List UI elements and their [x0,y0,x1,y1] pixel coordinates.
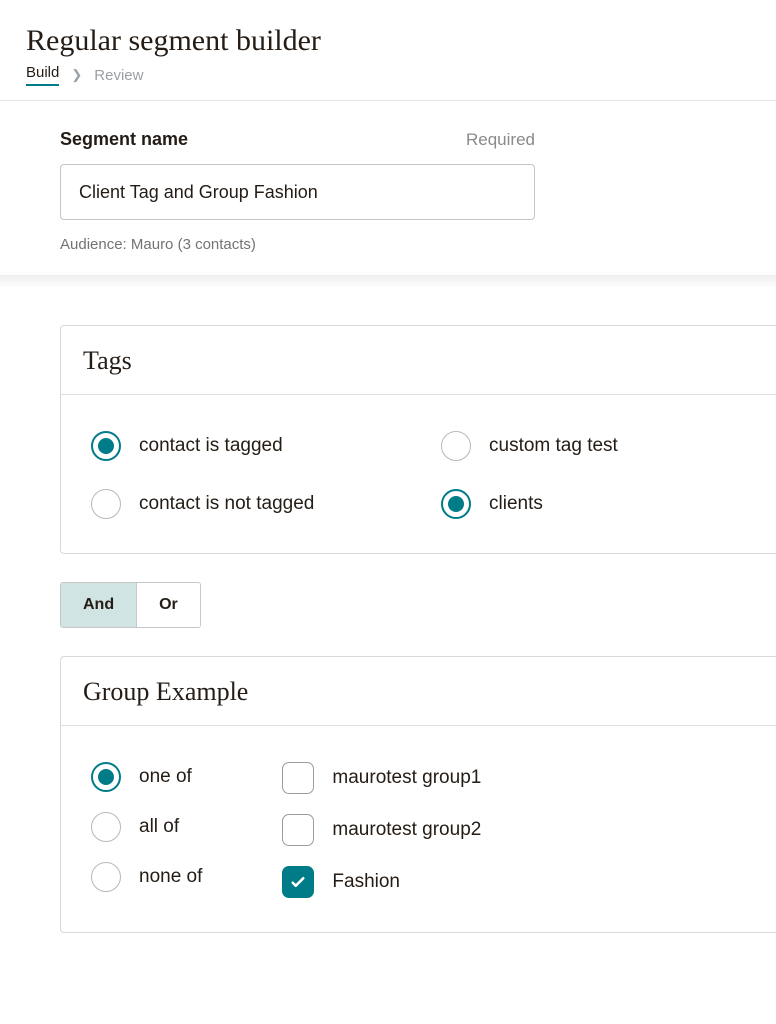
radio-icon [91,762,121,792]
checkbox-label: Fashion [332,871,400,893]
audience-line: Audience: Mauro (3 contacts) [60,236,716,253]
radio-label: contact is not tagged [139,493,314,515]
group-panel-title: Group Example [83,677,248,706]
checkbox-icon [282,866,314,898]
page-title: Regular segment builder [26,24,750,58]
required-label: Required [466,130,535,150]
checkbox-maurotest-group2[interactable]: maurotest group2 [282,814,481,846]
radio-icon [91,431,121,461]
segment-name-input[interactable] [60,164,535,220]
breadcrumb: Build ❯ Review [26,64,750,86]
radio-icon [91,812,121,842]
breadcrumb-review[interactable]: Review [94,67,143,84]
checkbox-icon [282,814,314,846]
radio-icon [441,489,471,519]
segment-name-label: Segment name [60,129,188,150]
check-icon [289,873,307,891]
logic-toggle: And Or [60,582,201,628]
logic-and-button[interactable]: And [61,583,136,627]
tags-panel-title: Tags [83,346,132,375]
checkbox-fashion[interactable]: Fashion [282,866,481,898]
checkbox-icon [282,762,314,794]
radio-one-of[interactable]: one of [91,762,202,792]
logic-or-button[interactable]: Or [136,583,200,627]
radio-clients[interactable]: clients [441,489,741,519]
chevron-right-icon: ❯ [71,67,82,83]
radio-label: clients [489,493,543,515]
radio-icon [441,431,471,461]
radio-label: none of [139,866,202,888]
checkbox-label: maurotest group2 [332,819,481,841]
group-panel: Group Example one of all of none of [60,656,776,933]
breadcrumb-build[interactable]: Build [26,64,59,86]
radio-none-of[interactable]: none of [91,862,202,892]
shadow-divider [0,275,776,289]
radio-all-of[interactable]: all of [91,812,202,842]
radio-label: one of [139,766,192,788]
radio-contact-is-tagged[interactable]: contact is tagged [91,431,441,461]
radio-custom-tag-test[interactable]: custom tag test [441,431,741,461]
checkbox-maurotest-group1[interactable]: maurotest group1 [282,762,481,794]
radio-icon [91,862,121,892]
tags-panel: Tags contact is tagged custom tag test c… [60,325,776,554]
radio-label: custom tag test [489,435,618,457]
radio-icon [91,489,121,519]
radio-label: contact is tagged [139,435,283,457]
radio-contact-is-not-tagged[interactable]: contact is not tagged [91,489,441,519]
radio-label: all of [139,816,179,838]
checkbox-label: maurotest group1 [332,767,481,789]
